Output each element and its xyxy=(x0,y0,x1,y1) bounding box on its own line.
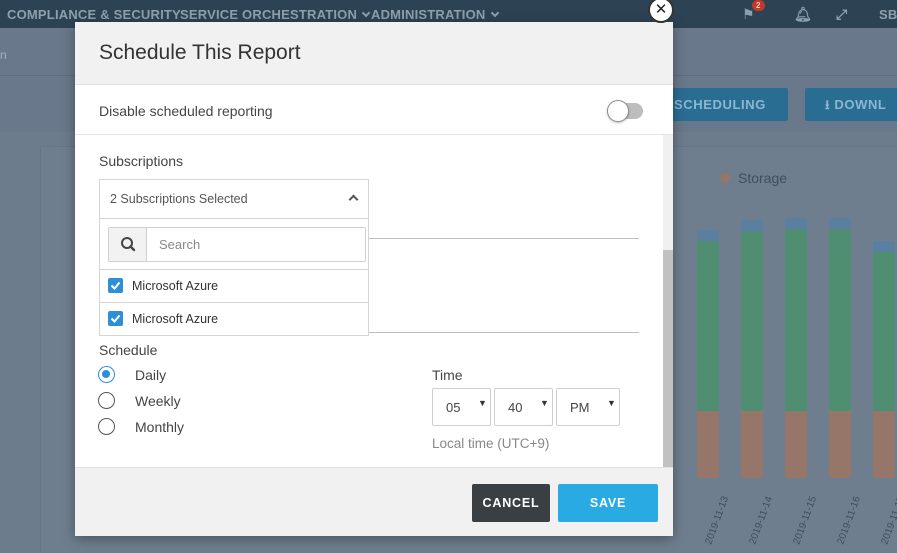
caret-down-icon: ▼ xyxy=(607,398,616,408)
cancel-button[interactable]: CANCEL xyxy=(472,484,550,522)
chevron-up-icon xyxy=(348,194,359,205)
minute-value: 40 xyxy=(508,400,523,415)
chart-bar-top[interactable] xyxy=(829,218,851,229)
hour-value: 05 xyxy=(446,400,461,415)
chart-bar-bottom[interactable] xyxy=(741,411,763,478)
chart-bar-bottom[interactable] xyxy=(873,411,895,478)
chart-bar-middle[interactable] xyxy=(697,241,719,411)
disable-scheduling-toggle[interactable] xyxy=(607,100,643,122)
search-icon xyxy=(109,228,147,261)
timezone-note: Local time (UTC+9) xyxy=(432,436,550,451)
minute-select[interactable]: 40 ▼ xyxy=(494,388,553,426)
caret-down-icon: ▼ xyxy=(478,398,487,408)
x-tick-label: 2019-11-16 xyxy=(835,494,863,546)
subscriptions-search xyxy=(108,227,366,262)
chart-bar-middle[interactable] xyxy=(873,252,895,411)
scrollbar-thumb[interactable] xyxy=(663,250,673,467)
toggle-knob xyxy=(607,100,629,122)
modal-header: Schedule This Report xyxy=(75,22,673,85)
hour-select[interactable]: 05 ▼ xyxy=(432,388,491,426)
caret-down-icon: ▼ xyxy=(540,398,549,408)
chart-bar-bottom[interactable] xyxy=(785,411,807,478)
divider xyxy=(368,238,639,239)
chart-bar-top[interactable] xyxy=(873,241,895,252)
ampm-select[interactable]: PM ▼ xyxy=(556,388,620,426)
chart-bar-top[interactable] xyxy=(741,220,763,231)
ampm-value: PM xyxy=(570,400,590,415)
modal-body: Subscriptions 2 Subscriptions Selected S… xyxy=(75,135,673,467)
radio-daily-label[interactable]: Daily xyxy=(135,367,166,383)
x-tick-label: 2019-11-17 xyxy=(879,494,897,546)
disable-scheduling-row: Disable scheduled reporting xyxy=(75,85,673,135)
save-button[interactable]: SAVE xyxy=(558,484,658,522)
radio-monthly-label[interactable]: Monthly xyxy=(135,419,184,435)
x-tick-label: 2019-11-15 xyxy=(791,494,819,546)
x-tick-label: 2019-11-13 xyxy=(703,494,731,546)
radio-daily[interactable] xyxy=(98,366,115,383)
schedule-report-modal: Schedule This Report Disable scheduled r… xyxy=(75,22,673,536)
subscriptions-search-input[interactable] xyxy=(147,228,365,261)
chart-bar-bottom[interactable] xyxy=(829,411,851,478)
modal-footer: CANCEL SAVE xyxy=(75,467,673,536)
radio-monthly[interactable] xyxy=(98,418,115,435)
x-tick-label: 2019-11-14 xyxy=(747,494,775,546)
checkbox-checked-icon[interactable] xyxy=(108,278,123,293)
chart-bar-middle[interactable] xyxy=(829,229,851,411)
schedule-label: Schedule xyxy=(99,342,158,358)
chart-bar-top[interactable] xyxy=(697,230,719,241)
time-label: Time xyxy=(432,367,463,383)
radio-weekly-label[interactable]: Weekly xyxy=(135,393,181,409)
modal-title: Schedule This Report xyxy=(99,41,301,64)
radio-weekly[interactable] xyxy=(98,392,115,409)
subscriptions-label: Subscriptions xyxy=(99,153,184,169)
subscriptions-dropdown: 2 Subscriptions Selected Microsoft Azure xyxy=(99,179,369,336)
subscription-option[interactable]: Microsoft Azure xyxy=(100,269,368,302)
subscription-option-label: Microsoft Azure xyxy=(132,312,219,326)
disable-scheduling-label: Disable scheduled reporting xyxy=(99,103,273,119)
chart-bar-middle[interactable] xyxy=(785,229,807,411)
divider xyxy=(368,332,639,333)
subscriptions-selected-text: 2 Subscriptions Selected xyxy=(110,192,248,206)
chart-bar-middle[interactable] xyxy=(741,231,763,411)
subscription-option-label: Microsoft Azure xyxy=(132,279,219,293)
subscriptions-dropdown-toggle[interactable]: 2 Subscriptions Selected xyxy=(100,180,368,219)
subscription-option[interactable]: Microsoft Azure xyxy=(100,302,368,335)
checkbox-checked-icon[interactable] xyxy=(108,311,123,326)
chart-bar-top[interactable] xyxy=(785,218,807,229)
chart-bar-bottom[interactable] xyxy=(697,411,719,478)
